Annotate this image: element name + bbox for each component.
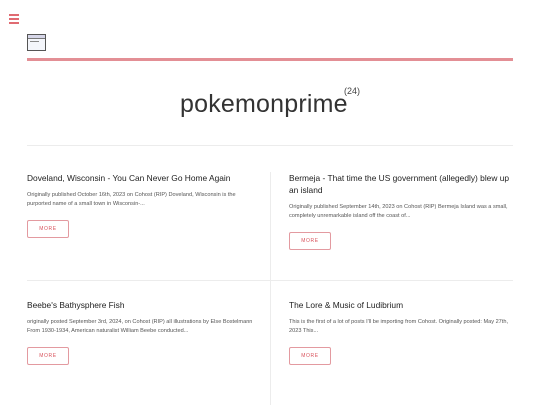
more-button[interactable]: MORE	[27, 347, 69, 366]
post-card: Bermeja - That time the US government (a…	[289, 173, 517, 250]
menu-line	[9, 14, 19, 16]
logo-detail	[30, 41, 39, 42]
post-excerpt: Originally published September 14th, 202…	[289, 203, 508, 219]
logo-window-bar	[28, 35, 45, 39]
more-button[interactable]: MORE	[289, 231, 331, 250]
post-count: (24)	[344, 86, 361, 96]
menu-line	[9, 18, 19, 20]
menu-line	[9, 22, 19, 24]
post-card: Doveland, Wisconsin - You Can Never Go H…	[27, 173, 257, 239]
post-card: The Lore & Music of Ludibrium This is th…	[289, 300, 517, 366]
row-divider	[27, 280, 513, 281]
post-excerpt: Originally published October 16th, 2023 …	[27, 191, 236, 207]
hamburger-menu-icon[interactable]	[9, 14, 19, 24]
post-title[interactable]: The Lore & Music of Ludibrium	[289, 300, 517, 312]
more-button[interactable]: MORE	[27, 220, 69, 239]
post-excerpt: This is the first of a lot of posts I'll…	[289, 318, 509, 334]
column-divider	[270, 172, 271, 405]
title-divider	[27, 145, 513, 146]
post-card: Beebe's Bathysphere Fish originally post…	[27, 300, 257, 366]
blog-title[interactable]: pokemonprime	[180, 90, 348, 119]
post-title[interactable]: Beebe's Bathysphere Fish	[27, 300, 257, 312]
post-title[interactable]: Doveland, Wisconsin - You Can Never Go H…	[27, 173, 257, 185]
post-title[interactable]: Bermeja - That time the US government (a…	[289, 173, 517, 197]
more-button[interactable]: MORE	[289, 347, 331, 366]
blog-logo-image[interactable]	[27, 34, 46, 51]
header-accent-rule	[27, 58, 513, 61]
post-excerpt: originally posted September 3rd, 2024, o…	[27, 318, 253, 334]
